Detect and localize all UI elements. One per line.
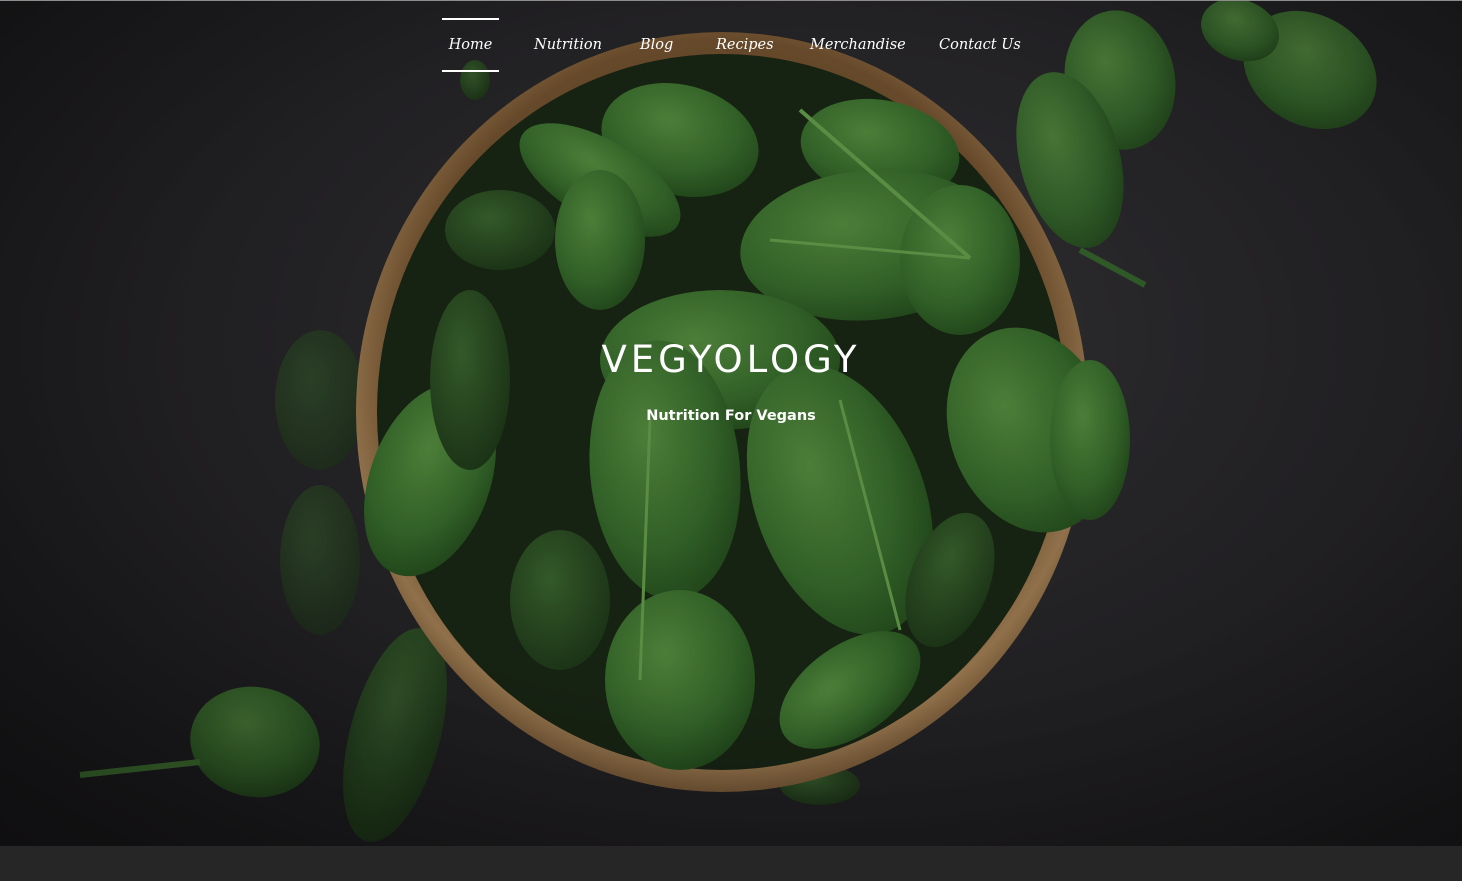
- site-title: VEGYOLOGY: [601, 338, 861, 381]
- nav-item-contact-us[interactable]: Contact Us: [939, 18, 1021, 72]
- nav-item-recipes[interactable]: Recipes: [716, 18, 774, 72]
- nav-item-merchandise[interactable]: Merchandise: [810, 18, 906, 72]
- nav-item-nutrition[interactable]: Nutrition: [534, 18, 602, 72]
- footer-bar: [0, 846, 1462, 881]
- nav-item-home[interactable]: Home: [442, 18, 499, 72]
- nav-item-blog[interactable]: Blog: [640, 18, 673, 72]
- hero-banner: Home Nutrition Blog Recipes Merchandise …: [0, 0, 1462, 846]
- top-border: [0, 0, 1462, 1]
- site-tagline: Nutrition For Vegans: [646, 408, 816, 424]
